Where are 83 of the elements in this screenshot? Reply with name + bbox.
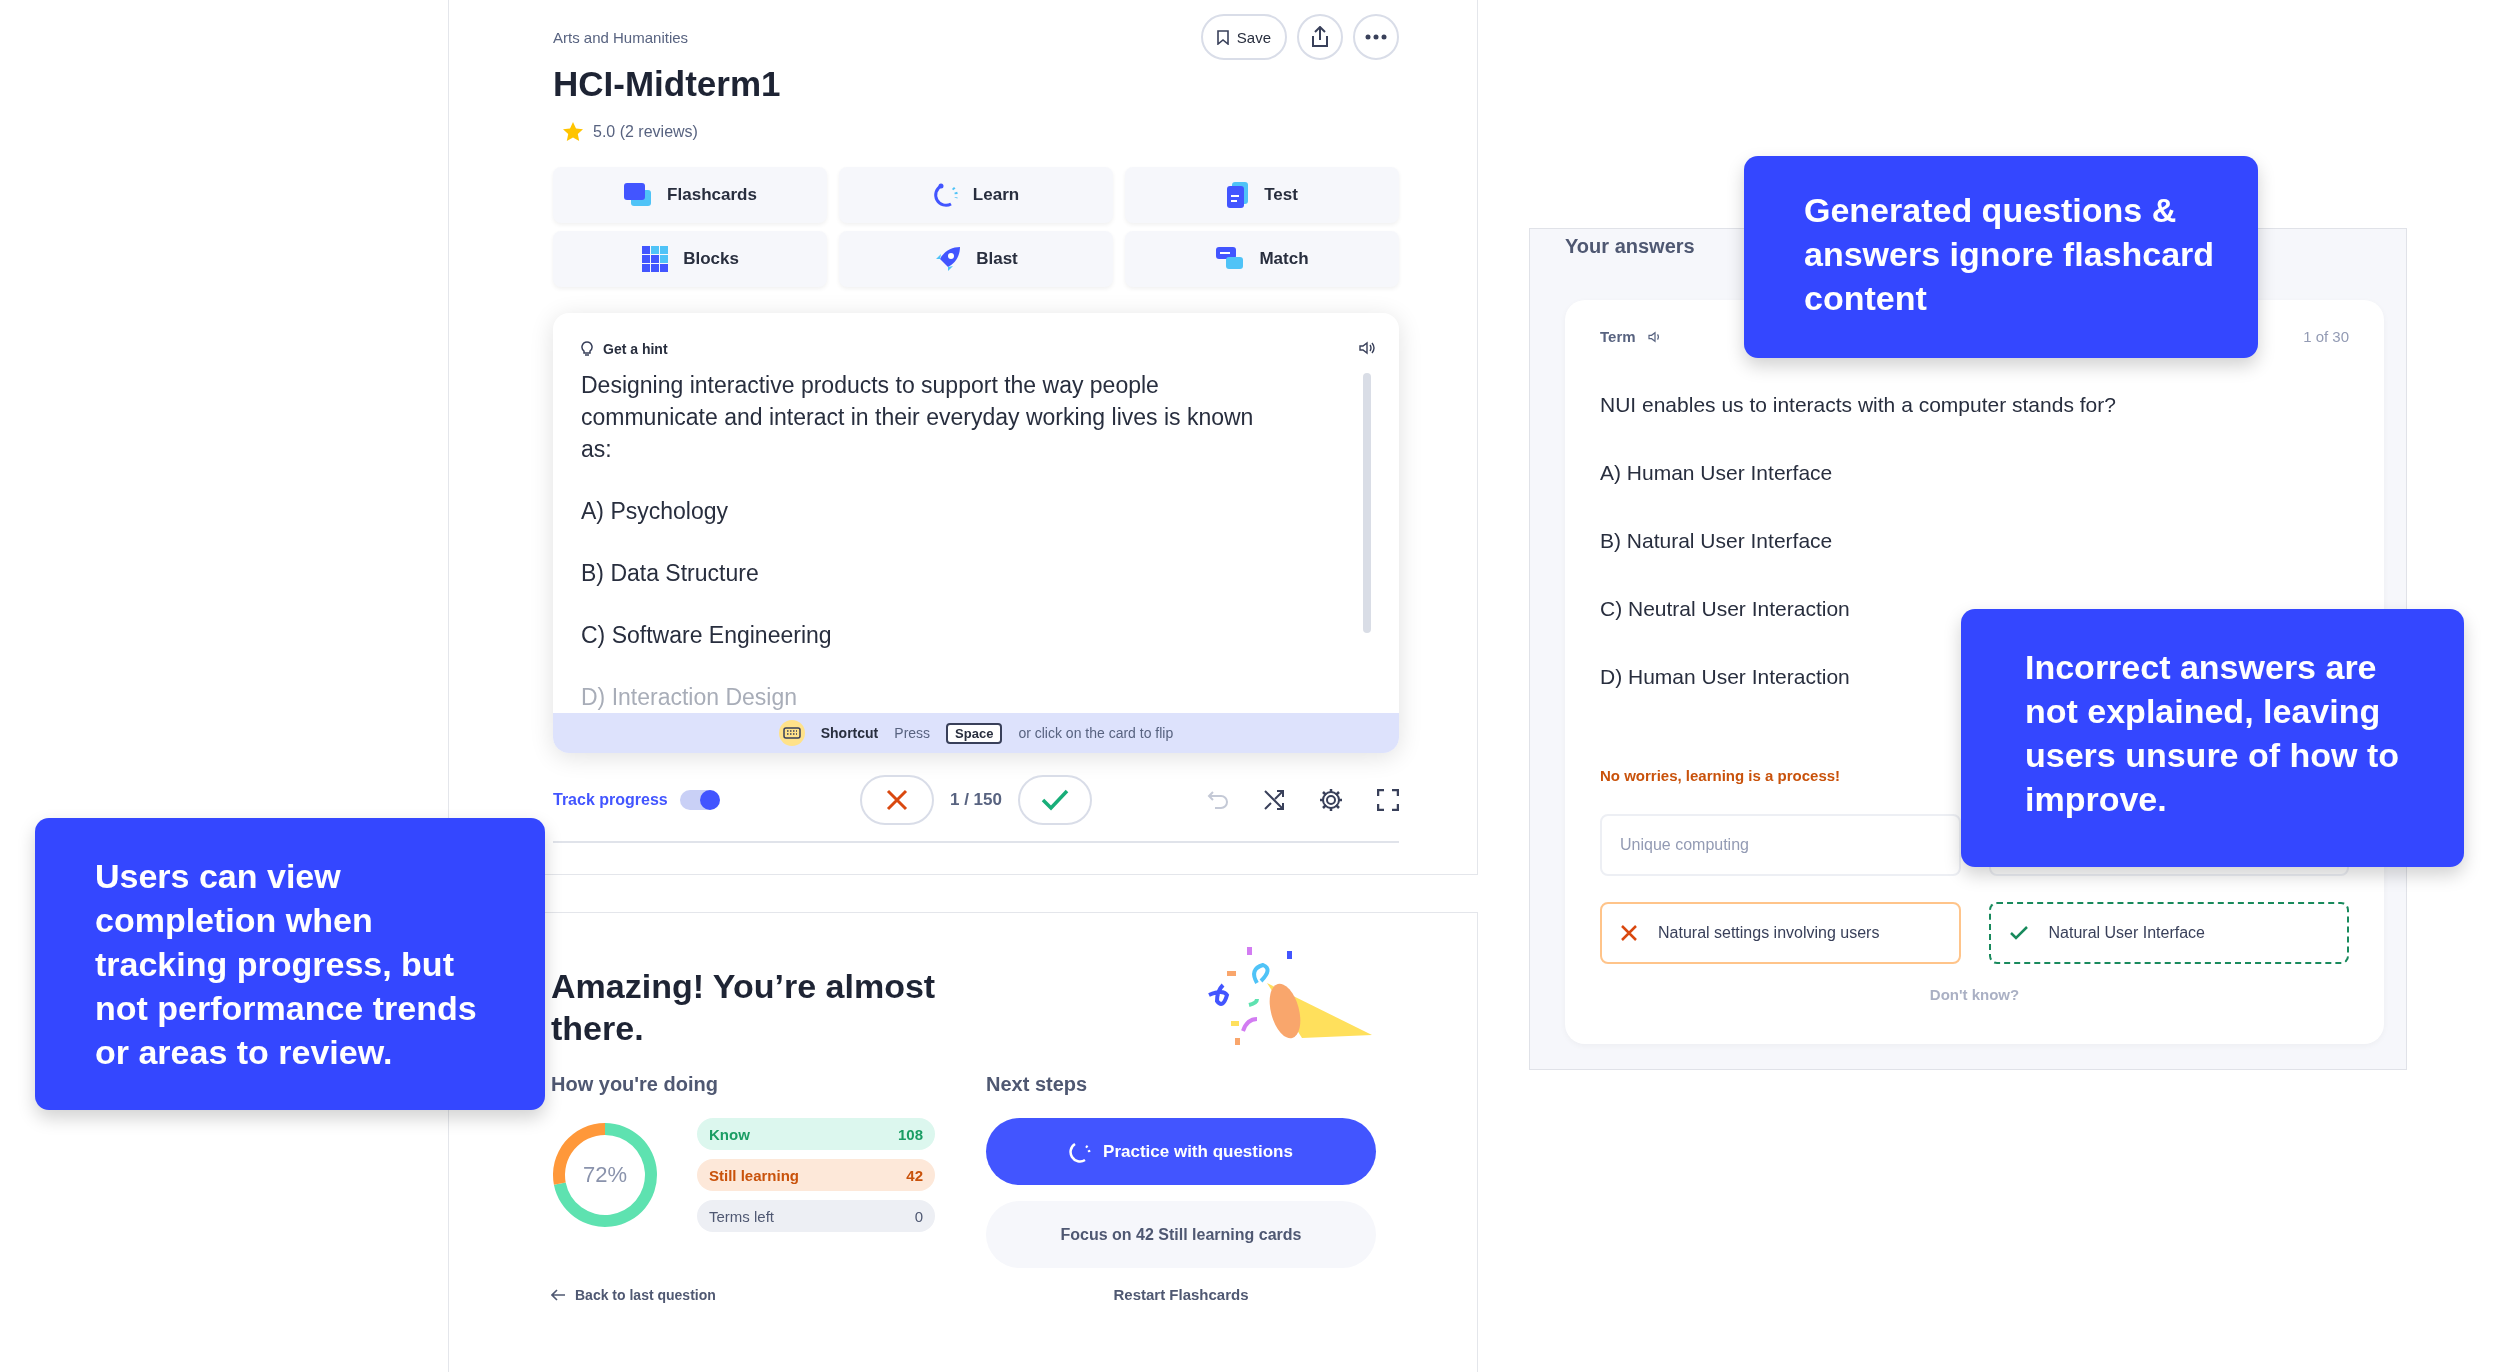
check-icon [1040, 788, 1070, 812]
check-icon [2008, 925, 2029, 941]
correct-answer[interactable]: Natural User Interface [1988, 902, 2349, 964]
speaker-icon[interactable] [1647, 330, 1662, 343]
dont-know-button[interactable] [860, 775, 934, 825]
cycle-icon [932, 182, 959, 208]
study-mode-button[interactable]: Test [1125, 167, 1399, 223]
bookmark-icon [1216, 29, 1229, 45]
annotation-tooltip: Users can view completion when tracking progress, but not performance trends or areas to review. [35, 818, 545, 1110]
document-icon [1226, 181, 1251, 209]
section-heading: Next steps [986, 1073, 1089, 1096]
stat-label: Terms left [709, 1207, 774, 1225]
option-text: C) Neutral User Interaction [1600, 597, 1850, 621]
study-mode-button[interactable]: Match [1125, 231, 1399, 287]
answer-field[interactable]: Unique computing [1600, 814, 1961, 876]
panel-title: Your answers [1565, 235, 1695, 258]
cross-icon [1620, 924, 1638, 942]
cycle-icon [1069, 1140, 1092, 1163]
track-progress-label: Track progress [553, 791, 668, 809]
shortcut-text: Press [894, 725, 931, 741]
option-text: B) Data Structure [581, 559, 760, 588]
practice-button[interactable]: Practice with questions [986, 1118, 1376, 1185]
hint-link[interactable]: Get a hint [603, 341, 668, 357]
shortcut-text: or click on the card to flip [1018, 725, 1174, 741]
match-icon [1215, 246, 1246, 272]
question-text: NUI enables us to interacts with a computer stands for? [1600, 393, 2116, 417]
shortcut-label: Shortcut [820, 725, 879, 741]
keyboard-icon [778, 720, 805, 746]
back-link[interactable]: Back to last question [575, 1286, 716, 1303]
option-text: A) Human User Interface [1600, 461, 1833, 485]
annotation-tooltip: Generated questions & answers ignore flashcard content [1744, 156, 2258, 358]
stat-count: 42 [906, 1166, 923, 1184]
know-button[interactable] [1018, 775, 1092, 825]
stat-label: Still learning [709, 1166, 799, 1184]
settings-icon[interactable] [1319, 788, 1343, 812]
question-text: Designing interactive products to support the way people communicate and interact in their everyday working lives is known as: [581, 371, 1255, 464]
grid-icon [641, 245, 670, 273]
term-label: Term [1600, 328, 1636, 345]
focus-button[interactable]: Focus on 42 Still learning cards [986, 1201, 1376, 1268]
study-mode-button[interactable]: Blast [839, 231, 1113, 287]
speaker-icon[interactable] [1359, 341, 1375, 355]
study-mode-button[interactable]: Blocks [553, 231, 827, 287]
study-mode-button[interactable]: Learn [839, 167, 1113, 223]
set-title: HCI-Midterm1 [553, 64, 782, 104]
question-position: 1 of 30 [2303, 328, 2349, 345]
flashcard[interactable] [553, 313, 1399, 753]
cross-icon [885, 788, 909, 812]
stat-count: 0 [914, 1207, 923, 1225]
toggle-switch[interactable] [679, 790, 718, 810]
star-icon [563, 122, 583, 141]
scrollbar[interactable] [1363, 373, 1371, 633]
results-title: Amazing! You’re almost there. [551, 966, 937, 1049]
share-icon [1310, 26, 1330, 48]
stat-label: Know [709, 1125, 750, 1143]
study-mode-button[interactable]: Flashcards [553, 167, 827, 223]
stat-count: 108 [897, 1125, 923, 1143]
category-link[interactable]: Arts and Humanities [553, 28, 689, 46]
share-button[interactable] [1297, 14, 1343, 60]
section-heading: How you're doing [551, 1073, 719, 1096]
answer-text: Natural User Interface [2048, 924, 2205, 942]
rocket-icon [934, 245, 963, 273]
option-text: D) Human User Interaction [1600, 665, 1850, 689]
wrong-answer[interactable]: Natural settings involving users [1600, 902, 1961, 964]
card-counter: 1 / 150 [950, 790, 1002, 810]
option-text: A) Psychology [581, 497, 729, 526]
fullscreen-icon[interactable] [1377, 789, 1399, 811]
answer-text: Natural settings involving users [1658, 924, 1880, 942]
feedback-message: No worries, learning is a process! [1600, 767, 1841, 784]
space-key: Space [946, 722, 1003, 744]
cards-icon [623, 182, 654, 208]
option-text: B) Natural User Interface [1600, 529, 1833, 553]
save-button[interactable]: Save [1200, 14, 1287, 60]
rating-text: 5.0 (2 reviews) [593, 122, 698, 141]
percent-label: 72% [583, 1162, 627, 1188]
option-text: C) Software Engineering [581, 621, 833, 650]
restart-link[interactable]: Restart Flashcards [986, 1286, 1376, 1303]
annotation-tooltip: Incorrect answers are not explained, leaving users unsure of how to improve. [1961, 609, 2464, 867]
lightbulb-icon [581, 341, 593, 357]
back-arrow-icon [551, 1288, 565, 1301]
more-button[interactable] [1353, 14, 1399, 60]
option-text: D) Interaction Design [581, 683, 799, 712]
more-icon [1365, 34, 1387, 40]
shuffle-icon[interactable] [1263, 789, 1285, 811]
